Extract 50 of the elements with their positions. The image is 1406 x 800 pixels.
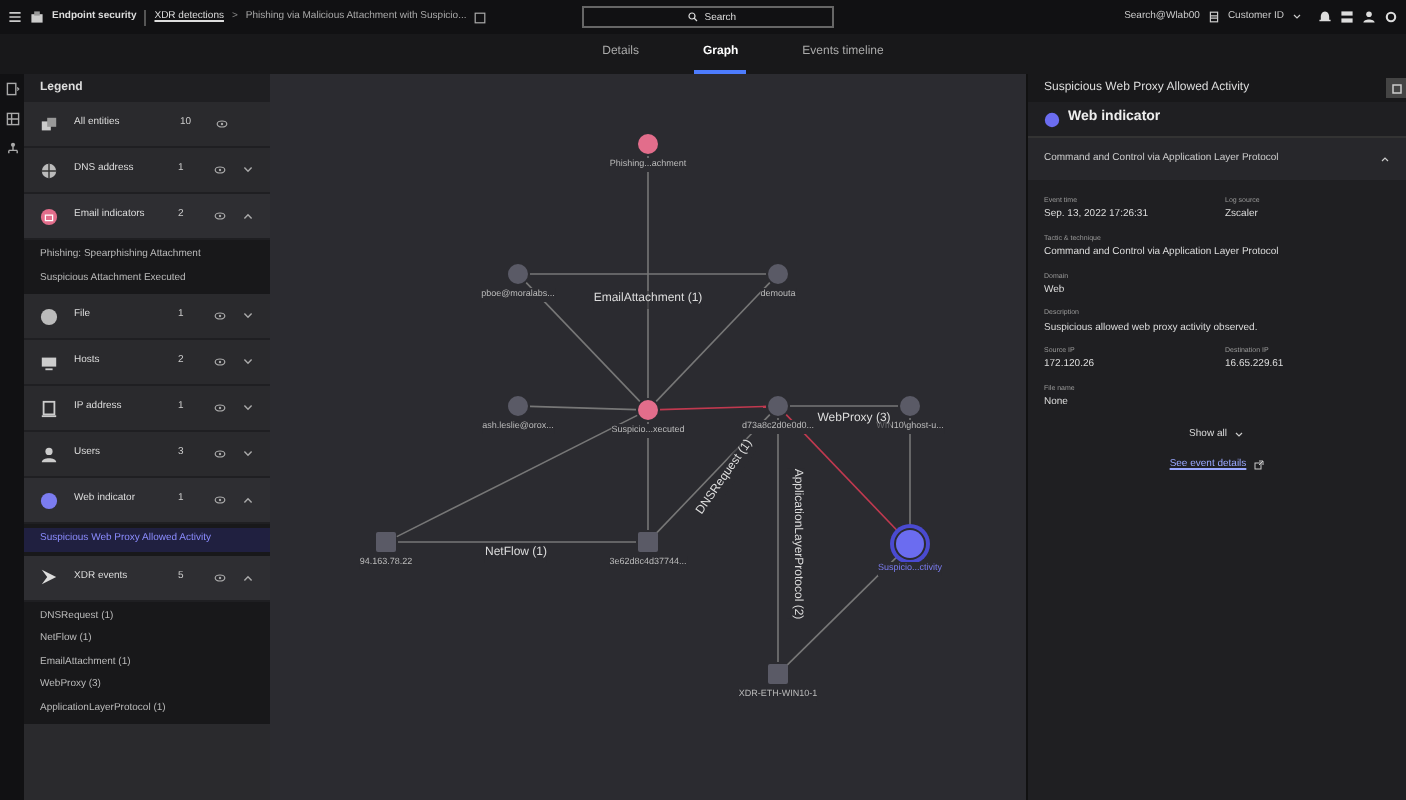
user-node[interactable] — [508, 264, 528, 284]
arrow-icon — [40, 568, 58, 586]
user-icon — [40, 445, 58, 463]
web-indicator-icon — [40, 491, 58, 509]
eye-icon — [214, 494, 226, 506]
host-node[interactable] — [376, 532, 396, 552]
document-icon — [1207, 10, 1220, 24]
chevron-down-icon — [1234, 429, 1245, 440]
eye-icon — [216, 118, 228, 130]
panel-icon — [1391, 83, 1401, 93]
external-link-icon — [1254, 460, 1265, 471]
graph-edge — [909, 417, 911, 527]
host-node[interactable] — [768, 664, 788, 684]
file-node[interactable] — [768, 264, 788, 284]
email-indicator-node[interactable] — [638, 400, 658, 420]
email-indicator-icon — [40, 207, 58, 225]
globe-icon — [40, 161, 58, 179]
web-indicator-node[interactable] — [896, 530, 924, 558]
eye-icon — [214, 310, 226, 322]
user-icon — [1362, 10, 1376, 24]
search-icon — [688, 12, 699, 22]
graph-edge — [789, 405, 899, 407]
user-node[interactable] — [508, 396, 528, 416]
settings-icon — [1384, 10, 1398, 24]
eye-icon — [214, 448, 226, 460]
file-icon — [40, 307, 58, 325]
server-icon — [40, 399, 58, 417]
eye-icon — [214, 356, 226, 368]
collapse-panel-icon — [5, 82, 19, 96]
eye-icon — [214, 210, 226, 222]
eye-icon — [214, 164, 226, 176]
copy-icon — [474, 11, 487, 23]
bell-icon — [1318, 10, 1332, 24]
email-indicator-node[interactable] — [638, 134, 658, 154]
user-node[interactable] — [900, 396, 920, 416]
chevron-down-icon — [1292, 12, 1302, 22]
web-indicator-icon — [1044, 111, 1060, 127]
close-panel-button[interactable] — [1386, 78, 1406, 98]
graph-edge — [647, 421, 649, 531]
file-node[interactable] — [768, 396, 788, 416]
list-icon — [1340, 10, 1354, 24]
briefcase-icon — [30, 10, 44, 24]
eye-icon — [214, 571, 226, 583]
hierarchy-icon — [5, 142, 19, 156]
monitor-icon — [40, 353, 58, 371]
menu-icon — [8, 10, 22, 24]
eye-icon — [214, 402, 226, 414]
entities-icon — [40, 115, 58, 133]
host-node[interactable] — [638, 532, 658, 552]
table-icon — [5, 112, 19, 126]
